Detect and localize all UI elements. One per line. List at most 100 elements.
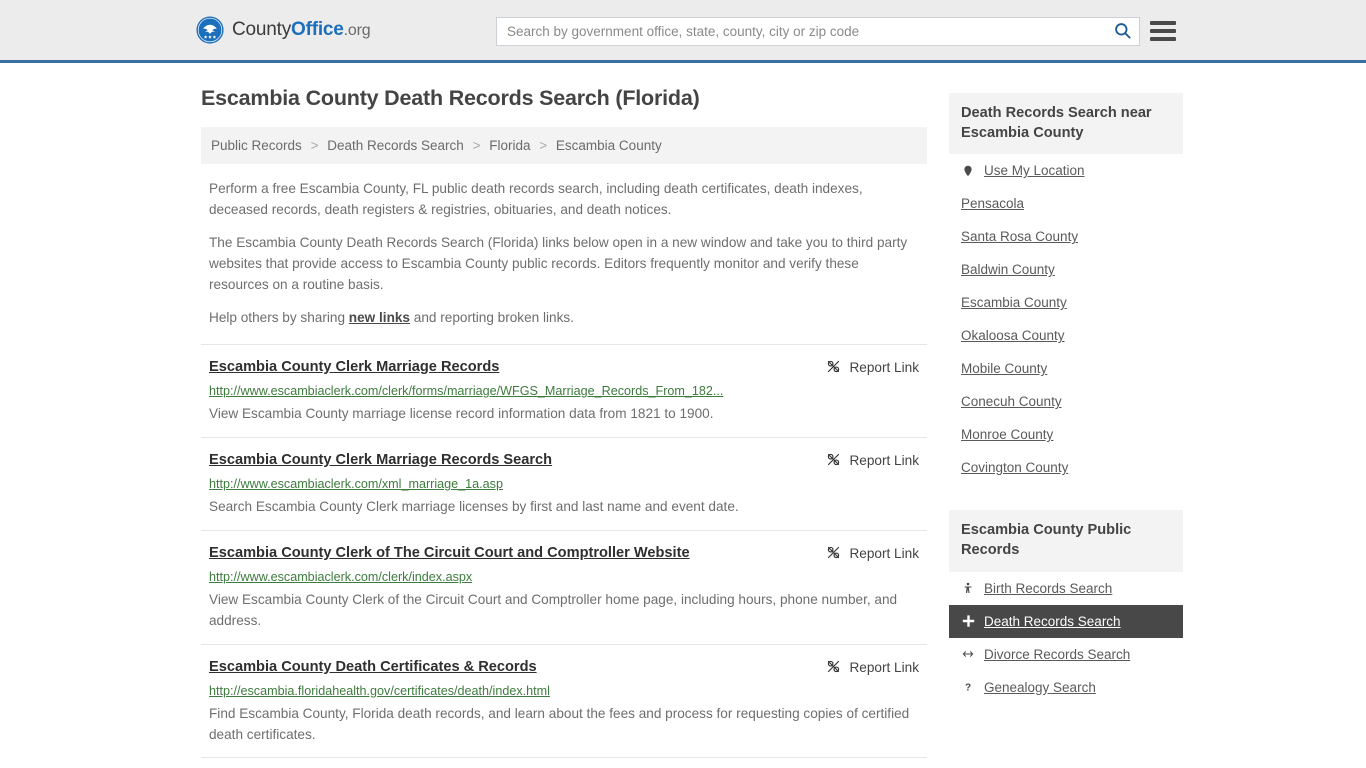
result-item: Escambia County Marriage Records Report … — [201, 757, 927, 768]
report-link-label: Report Link — [849, 453, 919, 469]
baby-icon — [961, 581, 975, 595]
broken-link-icon — [826, 359, 841, 377]
sidebar-link-label[interactable]: Covington County — [961, 460, 1068, 475]
result-title-link[interactable]: Escambia County Clerk Marriage Records — [209, 358, 499, 376]
intro-p3-before: Help others by sharing — [209, 310, 349, 326]
sidebar-link-label[interactable]: Okaloosa County — [961, 328, 1065, 343]
sidebar-link-label[interactable]: Monroe County — [961, 427, 1053, 442]
broken-link-icon — [826, 659, 841, 677]
brand-wordmark: CountyOffice.org — [232, 19, 371, 41]
report-link-button[interactable]: Report Link — [826, 451, 919, 470]
sidebar: Death Records Search near Escambia Count… — [949, 86, 1183, 768]
eagle-seal-logo-icon — [196, 16, 224, 44]
result-url[interactable]: http://www.escambiaclerk.com/xml_marriag… — [209, 476, 919, 492]
sidebar-link-label[interactable]: Divorce Records Search — [984, 647, 1130, 662]
sidebar-link-label[interactable]: Use My Location — [984, 163, 1085, 178]
result-item: Escambia County Clerk Marriage Records R… — [201, 343, 927, 437]
breadcrumb-item-escambia-county[interactable]: Escambia County — [556, 138, 662, 153]
report-link-label: Report Link — [849, 360, 919, 376]
sidebar-item-monroe-county[interactable]: Monroe County — [949, 418, 1183, 451]
sidebar-nearby-box: Death Records Search near Escambia Count… — [949, 93, 1183, 484]
intro-paragraph-1: Perform a free Escambia County, FL publi… — [209, 181, 863, 217]
breadcrumb: Public Records > Death Records Search > … — [201, 127, 927, 164]
sidebar-public-records-list: Birth Records Search Death Records Searc… — [949, 572, 1183, 704]
sidebar-item-covington-county[interactable]: Covington County — [949, 451, 1183, 484]
report-link-button[interactable]: Report Link — [826, 544, 919, 563]
svg-text:?: ? — [965, 683, 971, 694]
site-logo-link[interactable]: CountyOffice.org — [196, 16, 371, 44]
search-input[interactable] — [497, 18, 1105, 45]
sidebar-item-santa-rosa-county[interactable]: Santa Rosa County — [949, 220, 1183, 253]
sidebar-link-label[interactable]: Death Records Search — [984, 614, 1121, 629]
brand-part-county: County — [232, 19, 292, 40]
sidebar-link-label[interactable]: Conecuh County — [961, 394, 1062, 409]
sidebar-item-birth-records-search[interactable]: Birth Records Search — [949, 572, 1183, 605]
report-link-button[interactable]: Report Link — [826, 358, 919, 377]
new-links-link[interactable]: new links — [349, 310, 410, 325]
result-title-link[interactable]: Escambia County Clerk of The Circuit Cou… — [209, 544, 690, 562]
sidebar-item-divorce-records-search[interactable]: Divorce Records Search — [949, 638, 1183, 671]
report-link-label: Report Link — [849, 546, 919, 562]
result-description: Search Escambia County Clerk marriage li… — [209, 499, 739, 515]
sidebar-link-label[interactable]: Escambia County — [961, 295, 1067, 310]
search-bar[interactable] — [496, 17, 1140, 46]
intro-p3-after: and reporting broken links. — [410, 310, 574, 326]
sidebar-public-records-title: Escambia County Public Records — [949, 510, 1183, 572]
breadcrumb-item-florida[interactable]: Florida — [489, 138, 530, 153]
plus-cross-icon — [961, 614, 975, 628]
sidebar-link-label[interactable]: Santa Rosa County — [961, 229, 1078, 244]
sidebar-link-label[interactable]: Genealogy Search — [984, 680, 1096, 695]
breadcrumb-item-death-records-search[interactable]: Death Records Search — [327, 138, 464, 153]
hamburger-bar — [1150, 37, 1176, 41]
intro-paragraph-2: The Escambia County Death Records Search… — [209, 235, 908, 292]
sidebar-link-label[interactable]: Birth Records Search — [984, 581, 1112, 596]
breadcrumb-separator: > — [472, 138, 481, 153]
sidebar-item-genealogy-search[interactable]: ? Genealogy Search — [949, 671, 1183, 704]
result-title-link[interactable]: Escambia County Death Certificates & Rec… — [209, 658, 537, 676]
broken-link-icon — [826, 545, 841, 563]
breadcrumb-separator: > — [310, 138, 319, 153]
hamburger-menu-icon[interactable] — [1150, 20, 1176, 42]
left-right-arrow-icon — [961, 648, 975, 660]
sidebar-item-okaloosa-county[interactable]: Okaloosa County — [949, 319, 1183, 352]
page-title: Escambia County Death Records Search (Fl… — [201, 86, 700, 110]
sidebar-item-baldwin-county[interactable]: Baldwin County — [949, 253, 1183, 286]
search-button[interactable] — [1105, 18, 1139, 45]
report-link-label: Report Link — [849, 660, 919, 676]
page-body: Escambia County Death Records Search (Fl… — [0, 63, 1366, 768]
brand-part-org: .org — [343, 22, 371, 39]
question-mark-icon: ? — [961, 680, 975, 694]
result-url[interactable]: http://www.escambiaclerk.com/clerk/index… — [209, 569, 919, 585]
sidebar-item-death-records-search[interactable]: Death Records Search — [949, 604, 1183, 638]
main-content: Escambia County Death Records Search (Fl… — [201, 86, 927, 768]
sidebar-link-label[interactable]: Mobile County — [961, 361, 1047, 376]
sidebar-item-conecuh-county[interactable]: Conecuh County — [949, 385, 1183, 418]
sidebar-item-escambia-county[interactable]: Escambia County — [949, 286, 1183, 319]
broken-link-icon — [826, 452, 841, 470]
intro-text: Perform a free Escambia County, FL publi… — [201, 179, 927, 329]
results-list: Escambia County Clerk Marriage Records R… — [201, 343, 927, 768]
breadcrumb-separator: > — [539, 138, 548, 153]
hamburger-bar — [1150, 29, 1176, 33]
sidebar-nearby-title: Death Records Search near Escambia Count… — [949, 93, 1183, 155]
result-description: View Escambia County marriage license re… — [209, 406, 714, 422]
sidebar-link-label[interactable]: Pensacola — [961, 196, 1024, 211]
result-item: Escambia County Clerk of The Circuit Cou… — [201, 529, 927, 644]
sidebar-item-pensacola[interactable]: Pensacola — [949, 187, 1183, 220]
sidebar-public-records-box: Escambia County Public Records Birth Rec… — [949, 510, 1183, 703]
breadcrumb-item-public-records[interactable]: Public Records — [211, 138, 302, 153]
brand-part-office: Office — [291, 19, 344, 40]
sidebar-item-mobile-county[interactable]: Mobile County — [949, 352, 1183, 385]
sidebar-item-use-my-location[interactable]: Use My Location — [949, 154, 1183, 187]
result-item: Escambia County Death Certificates & Rec… — [201, 643, 927, 758]
result-description: View Escambia County Clerk of the Circui… — [209, 592, 898, 628]
sidebar-link-label[interactable]: Baldwin County — [961, 262, 1055, 277]
result-url[interactable]: http://escambia.floridahealth.gov/certif… — [209, 683, 919, 699]
intro-paragraph-3: Help others by sharing new links and rep… — [201, 308, 927, 329]
hamburger-bar — [1150, 21, 1176, 25]
result-description: Find Escambia County, Florida death reco… — [209, 706, 910, 742]
result-url[interactable]: http://www.escambiaclerk.com/clerk/forms… — [209, 383, 919, 399]
result-title-link[interactable]: Escambia County Clerk Marriage Records S… — [209, 451, 552, 469]
report-link-button[interactable]: Report Link — [826, 658, 919, 677]
